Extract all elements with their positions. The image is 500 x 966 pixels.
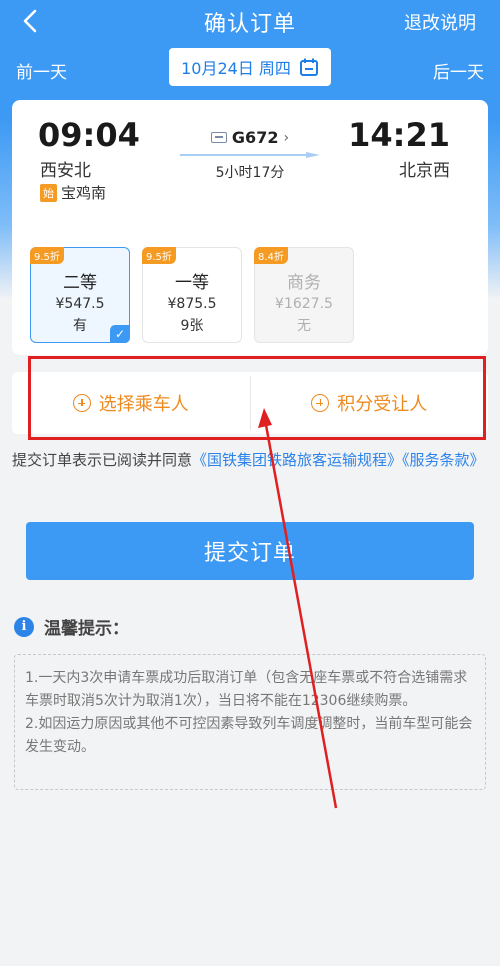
calendar-icon	[299, 58, 318, 76]
date-bar: 前一天 10月24日 周四 后一天	[0, 48, 500, 88]
tip-item: 2.如因运力原因或其他不可控因素导致列车调度调整时，当前车型可能会发生变动。	[25, 716, 473, 755]
seat-price: ¥875.5	[167, 296, 217, 312]
seat-stock: 无	[297, 318, 311, 334]
chevron-right-icon: ›	[283, 129, 290, 146]
refund-policy-link[interactable]: 退改说明	[404, 9, 476, 35]
tips-box: 1.一天内3次申请车票成功后取消订单（包含无座车票或不符合选铺需求车票时取消5次…	[14, 654, 486, 790]
route-arrow-line	[180, 152, 320, 158]
prev-day-button[interactable]: 前一天	[16, 58, 67, 83]
seat-name: 商务	[287, 273, 321, 293]
tip-item: 1.一天内3次申请车票成功后取消订单（包含无座车票或不符合选铺需求车票时取消5次…	[25, 670, 468, 709]
origin-station: 宝鸡南	[61, 184, 107, 202]
seat-price: ¥547.5	[55, 296, 105, 312]
tips-header: i 温馨提示：	[14, 614, 129, 639]
origin-badge: 始	[40, 183, 57, 202]
select-passenger-button[interactable]: 选择乘车人	[12, 372, 250, 434]
select-passenger-label: 选择乘车人	[98, 394, 189, 415]
next-day-button[interactable]: 后一天	[433, 58, 484, 83]
agreement-prefix: 提交订单表示已阅读并同意	[12, 451, 193, 469]
check-icon: ✓	[110, 325, 130, 343]
departure-time: 09:04	[38, 116, 140, 154]
regulation-link[interactable]: 《国铁集团铁路旅客运输规程》	[192, 451, 402, 469]
arrival-station: 北京西	[399, 161, 450, 181]
plus-circle-icon	[311, 394, 330, 412]
points-recipient-label: 积分受让人	[337, 394, 428, 415]
submit-order-button[interactable]: 提交订单	[26, 522, 474, 580]
seat-option-first-class[interactable]: 9.5折 一等 ¥875.5 9张	[142, 247, 242, 343]
date-label: 10月24日 周四	[181, 59, 291, 78]
agreement-text: 提交订单表示已阅读并同意《国铁集团铁路旅客运输规程》《服务条款》	[12, 446, 488, 474]
date-picker[interactable]: 10月24日 周四	[169, 48, 331, 86]
seat-price: ¥1627.5	[275, 296, 333, 312]
seat-option-second-class[interactable]: 9.5折 二等 ¥547.5 有 ✓	[30, 247, 130, 343]
trip-duration: 5小时17分	[215, 165, 285, 181]
discount-badge: 9.5折	[142, 247, 176, 264]
ticket-icon	[210, 132, 227, 143]
info-icon: i	[14, 616, 34, 637]
seat-name: 二等	[63, 273, 97, 293]
plus-circle-icon	[72, 394, 91, 412]
top-bar: 确认订单 退改说明	[0, 0, 500, 42]
terms-link[interactable]: 《服务条款》	[402, 451, 485, 469]
seat-name: 一等	[175, 273, 209, 293]
passenger-action-bar: 选择乘车人 积分受让人	[12, 372, 488, 434]
train-number: G672	[231, 128, 279, 147]
seat-stock: 9张	[180, 318, 204, 334]
points-recipient-button[interactable]: 积分受让人	[251, 372, 489, 434]
discount-badge: 9.5折	[30, 247, 64, 264]
origin-station-row: 始 宝鸡南	[40, 182, 106, 203]
tips-title: 温馨提示：	[44, 619, 129, 639]
arrival-time: 14:21	[348, 116, 450, 154]
departure-station: 西安北	[40, 161, 91, 181]
trip-card: 09:04 西安北 始 宝鸡南 G672 › 5小时17分 14:21 北京西 …	[12, 100, 488, 355]
discount-badge: 8.4折	[254, 247, 288, 264]
seat-option-business[interactable]: 8.4折 商务 ¥1627.5 无	[254, 247, 354, 343]
train-info[interactable]: G672 ›	[180, 128, 320, 147]
